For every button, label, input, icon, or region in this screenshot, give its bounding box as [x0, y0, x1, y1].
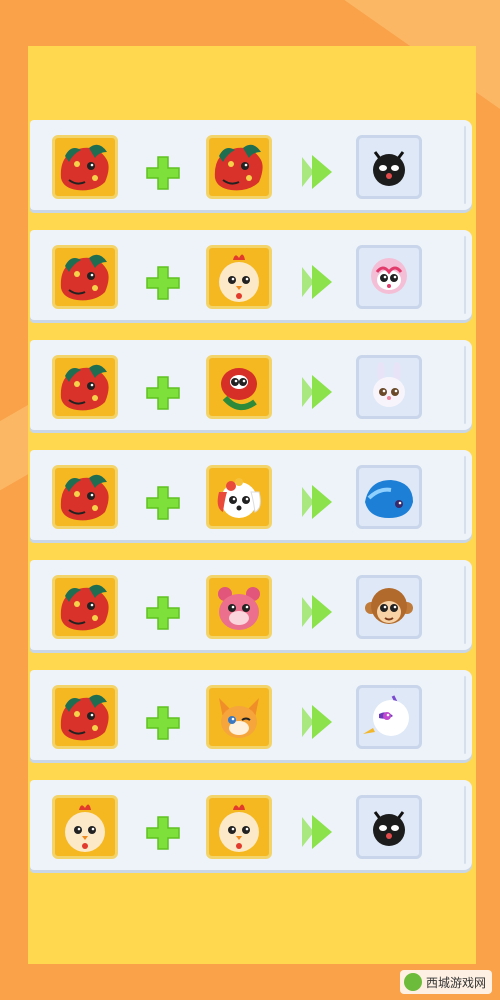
- black-spirit-pet-icon[interactable]: [356, 795, 422, 859]
- white-swan-pet-icon[interactable]: [356, 685, 422, 749]
- red-snake-pet-icon[interactable]: [206, 355, 272, 419]
- plus-icon: [143, 153, 183, 193]
- plus-icon: [143, 263, 183, 303]
- carp-pet-icon[interactable]: [52, 135, 118, 199]
- carp-pet-icon[interactable]: [52, 465, 118, 529]
- blue-whale-pet-icon[interactable]: [356, 465, 422, 529]
- chick-pet-icon[interactable]: [206, 795, 272, 859]
- carp-pet-icon[interactable]: [52, 575, 118, 639]
- arrow-right-icon: [300, 701, 336, 743]
- arrow-right-icon: [300, 261, 336, 303]
- white-rabbit-pet-icon[interactable]: [356, 355, 422, 419]
- combo-row: [30, 230, 472, 320]
- plus-icon: [143, 813, 183, 853]
- chick-pet-icon[interactable]: [206, 245, 272, 309]
- combo-row: [30, 560, 472, 650]
- arrow-right-icon: [300, 371, 336, 413]
- arrow-right-icon: [300, 481, 336, 523]
- fox-pet-icon[interactable]: [206, 685, 272, 749]
- opera-dog-pet-icon[interactable]: [206, 465, 272, 529]
- pink-hamster-pet-icon[interactable]: [206, 575, 272, 639]
- carp-pet-icon[interactable]: [52, 355, 118, 419]
- watermark: 西城游戏网: [399, 970, 492, 994]
- combo-row: [30, 780, 472, 870]
- combo-row: [30, 670, 472, 760]
- plus-icon: [143, 483, 183, 523]
- carp-pet-icon[interactable]: [206, 135, 272, 199]
- arrow-right-icon: [300, 811, 336, 853]
- plus-icon: [143, 373, 183, 413]
- plus-icon: [143, 593, 183, 633]
- black-spirit-pet-icon[interactable]: [356, 135, 422, 199]
- chick-pet-icon[interactable]: [52, 795, 118, 859]
- watermark-logo-icon: [403, 973, 422, 991]
- pink-opera-monkey-pet-icon[interactable]: [356, 245, 422, 309]
- plus-icon: [143, 703, 183, 743]
- combo-row: [30, 120, 472, 210]
- watermark-text: 西城游戏网: [425, 975, 486, 990]
- monkey-pet-icon[interactable]: [356, 575, 422, 639]
- carp-pet-icon[interactable]: [52, 245, 118, 309]
- combo-row: [30, 340, 472, 430]
- arrow-right-icon: [300, 591, 336, 633]
- combo-row: [30, 450, 472, 540]
- carp-pet-icon[interactable]: [52, 685, 118, 749]
- arrow-right-icon: [300, 151, 336, 193]
